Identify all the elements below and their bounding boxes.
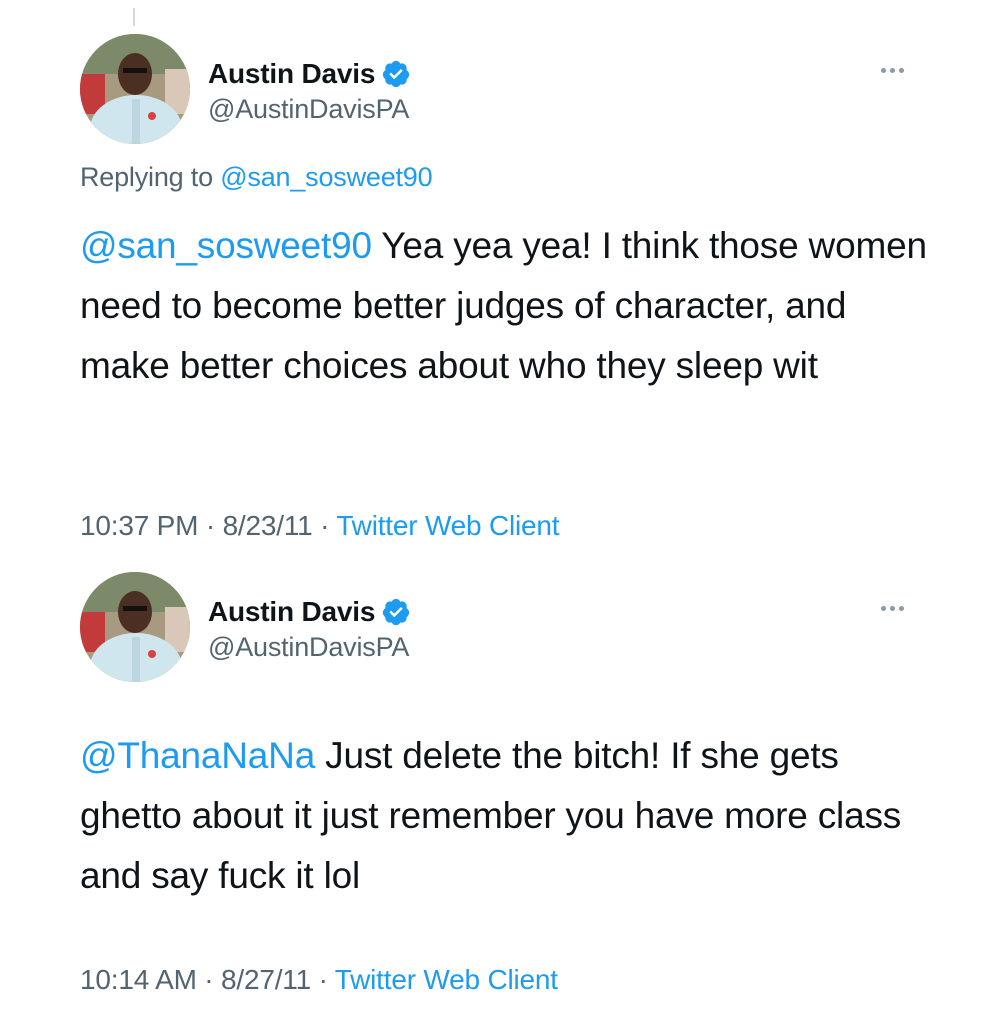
tweet-client-link[interactable]: Twitter Web Client <box>335 964 558 995</box>
avatar[interactable] <box>80 34 190 144</box>
tweet-time[interactable]: 10:37 PM <box>80 510 198 541</box>
tweet-metadata: 10:14 AM · 8/27/11 · Twitter Web Client <box>80 964 558 996</box>
more-options-icon[interactable] <box>872 62 912 78</box>
tweet-date[interactable]: 8/27/11 <box>221 964 311 995</box>
meta-separator: · <box>318 964 328 995</box>
tweet-metadata: 10:37 PM · 8/23/11 · Twitter Web Client <box>80 510 560 542</box>
mention-link[interactable]: @ThanaNaNa <box>80 735 315 776</box>
thread-connector-line <box>133 8 135 26</box>
meta-separator: · <box>204 964 214 995</box>
tweet-client-link[interactable]: Twitter Web Client <box>336 510 559 541</box>
avatar-photo <box>80 572 190 682</box>
tweet-date[interactable]: 8/23/11 <box>223 510 313 541</box>
author-info: Austin Davis @AustinDavisPA <box>208 56 411 125</box>
tweet-thread: Austin Davis @AustinDavisPA Replying to … <box>0 0 994 1024</box>
author-display-name[interactable]: Austin Davis <box>208 58 375 90</box>
meta-separator: · <box>320 510 330 541</box>
replying-prefix: Replying to <box>80 162 213 192</box>
tweet-time[interactable]: 10:14 AM <box>80 964 197 995</box>
author-handle[interactable]: @AustinDavisPA <box>208 632 411 663</box>
avatar-photo <box>80 34 190 144</box>
more-options-icon[interactable] <box>872 600 912 616</box>
mention-link[interactable]: @san_sosweet90 <box>80 225 372 266</box>
meta-separator: · <box>205 510 215 541</box>
replying-to-link[interactable]: @san_sosweet90 <box>220 162 432 192</box>
verified-badge-icon <box>383 598 410 626</box>
tweet-text: @san_sosweet90 Yea yea yea! I think thos… <box>80 216 940 396</box>
author-info: Austin Davis @AustinDavisPA <box>208 594 411 663</box>
author-handle[interactable]: @AustinDavisPA <box>208 94 411 125</box>
verified-badge-icon <box>383 60 410 88</box>
author-display-name[interactable]: Austin Davis <box>208 596 375 628</box>
replying-to-line: Replying to @san_sosweet90 <box>80 162 433 193</box>
avatar[interactable] <box>80 572 190 682</box>
tweet-text: @ThanaNaNa Just delete the bitch! If she… <box>80 726 940 906</box>
